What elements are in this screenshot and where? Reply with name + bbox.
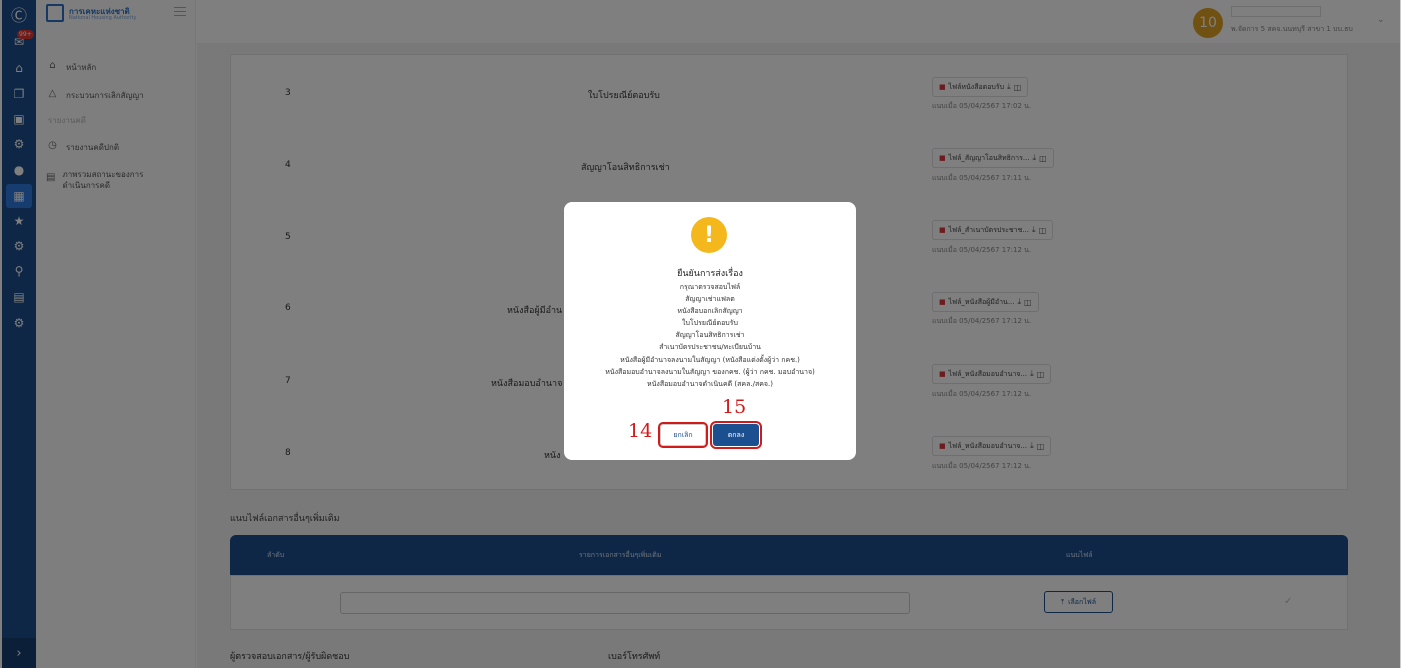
dialog-line: สัญญาเช่าแฟลต xyxy=(685,295,735,304)
callout-ok: 15 xyxy=(722,396,747,418)
dialog-line: กรุณาตรวจสอบไฟล์ xyxy=(679,283,741,291)
cancel-button[interactable]: ยกเลิก xyxy=(658,422,708,448)
dialog-line: ใบโปรยณีย์ตอบรับ xyxy=(682,319,738,328)
dialog-file-list: กรุณาตรวจสอบไฟล์ สัญญาเช่าแฟลต หนังสือบอ… xyxy=(564,281,856,390)
dialog-line: หนังสือบอกเลิกสัญญา xyxy=(677,307,743,316)
ok-button[interactable]: ตกลง xyxy=(710,421,762,449)
callout-cancel: 14 xyxy=(628,420,653,442)
dialog-line: หนังสือมอบอำนาจลงนามในสัญญา ของกคช. (ผู้… xyxy=(605,367,815,376)
confirm-dialog: ! ยืนยันการส่งเรื่อง กรุณาตรวจสอบไฟล์ สั… xyxy=(564,202,856,460)
dialog-title: ยืนยันการส่งเรื่อง xyxy=(677,269,743,279)
window-edge xyxy=(1400,0,1409,668)
dialog-line: สำเนาบัตรประชาชน/ทะเบียนบ้าน xyxy=(659,343,761,352)
dialog-line: หนังสือมอบอำนาจดำเนินคดี (สคล./สคจ.) xyxy=(647,379,773,388)
dialog-line: หนังสือผู้มีอำนาจลงนามในสัญญา (หนังสือแต… xyxy=(620,355,800,364)
warning-icon: ! xyxy=(691,217,727,253)
app-root: Ⓒ ✉ 99+ ⌂ ❐ ▣ ⚙ ● ▦ ★ ⚙ ⚲ ▤ ⚙ › การเคหะแ… xyxy=(0,0,1409,668)
dialog-line: สัญญาโอนสิทธิการเช่า xyxy=(675,331,745,340)
